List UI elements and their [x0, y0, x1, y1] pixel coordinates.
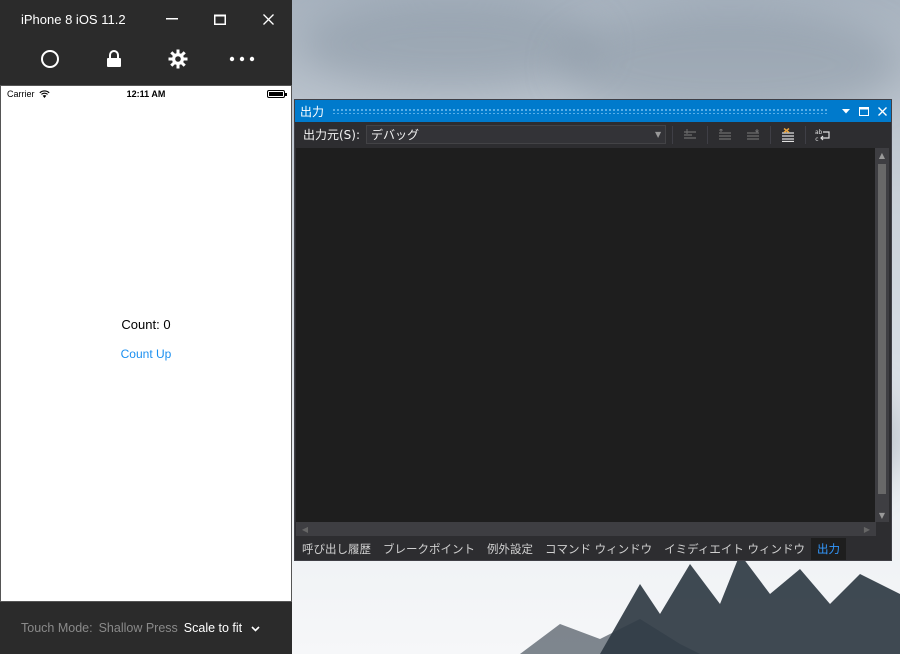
output-source-select[interactable]: デバッグ ▼	[366, 125, 667, 144]
close-tool-window-button[interactable]	[873, 106, 891, 116]
toolbar-separator	[672, 125, 674, 144]
scale-to-fit-dropdown[interactable]: Scale to fit	[184, 621, 260, 635]
caret-down-icon	[842, 108, 850, 113]
battery-icon	[267, 90, 287, 98]
home-button[interactable]	[30, 41, 70, 77]
svg-text:ab: ab	[815, 129, 823, 136]
scroll-down-arrow-icon[interactable]: ▼	[875, 508, 889, 522]
minimize-icon	[166, 18, 178, 20]
close-icon	[262, 13, 274, 25]
find-in-output-icon	[684, 128, 697, 139]
previous-message-button[interactable]	[714, 125, 736, 145]
simulator-toolbar	[0, 38, 292, 84]
more-dots-icon	[229, 56, 255, 62]
home-circle-icon	[41, 50, 59, 68]
maximize-icon	[214, 14, 226, 25]
vertical-scrollbar[interactable]: ▲ ▼	[875, 148, 889, 522]
scroll-right-arrow-icon[interactable]: ▶	[860, 522, 874, 536]
phone-screen: Carrier 12:11 AM Count: 0 Count Up	[0, 85, 292, 602]
more-button[interactable]	[222, 41, 262, 77]
output-window-titlebar[interactable]: 出力	[295, 100, 891, 122]
minimize-button[interactable]	[148, 0, 196, 38]
clear-all-button[interactable]	[777, 125, 799, 145]
simulator-footer: Touch Mode: Shallow Press Scale to fit	[0, 602, 292, 654]
close-button[interactable]	[244, 0, 292, 38]
output-tool-window: 出力 出力元(S): デバッグ ▼ ab c ▲ ▼ ◀ ▶ 呼び出し履歴 ブレ…	[294, 99, 892, 561]
settings-button[interactable]	[158, 41, 198, 77]
output-text-area[interactable]	[296, 148, 876, 522]
shallow-press-option[interactable]: Shallow Press	[99, 621, 178, 635]
toggle-word-wrap-button[interactable]: ab c	[812, 125, 834, 145]
simulator-title: iPhone 8 iOS 11.2	[21, 11, 126, 27]
count-up-button[interactable]: Count Up	[1, 347, 291, 361]
lock-icon	[107, 50, 121, 67]
count-label: Count:	[121, 317, 160, 332]
output-source-label: 出力元(S):	[303, 128, 361, 142]
maximize-button[interactable]	[196, 0, 244, 38]
wifi-icon	[38, 90, 50, 98]
ios-status-bar: Carrier 12:11 AM	[1, 86, 291, 102]
close-icon	[877, 106, 887, 116]
gear-icon	[168, 49, 188, 69]
next-message-button[interactable]	[742, 125, 764, 145]
lock-button[interactable]	[94, 41, 134, 77]
find-message-button[interactable]	[679, 125, 701, 145]
output-source-value: デバッグ	[371, 128, 420, 142]
go-to-previous-icon	[719, 128, 732, 140]
window-position-dropdown[interactable]	[837, 108, 855, 114]
svg-text:c: c	[815, 136, 819, 142]
drag-grip[interactable]	[332, 108, 829, 114]
count-display: Count: 0	[1, 317, 291, 332]
status-time: 12:11 AM	[126, 89, 166, 99]
scroll-up-arrow-icon[interactable]: ▲	[875, 148, 889, 162]
scroll-left-arrow-icon[interactable]: ◀	[298, 522, 312, 536]
simulator-titlebar: iPhone 8 iOS 11.2	[0, 0, 292, 38]
maximize-icon	[859, 106, 869, 116]
tab-call-stack[interactable]: 呼び出し履歴	[296, 538, 377, 560]
tab-output[interactable]: 出力	[811, 538, 847, 560]
scale-option-label: Scale to fit	[183, 621, 243, 635]
ios-simulator-window: iPhone 8 iOS 11.2 Carrier 12:11 AM Count…	[0, 0, 292, 654]
output-window-title: 出力	[300, 104, 325, 119]
tab-exception-settings[interactable]: 例外設定	[481, 538, 539, 560]
go-to-next-icon	[747, 128, 760, 140]
carrier-label: Carrier	[7, 89, 35, 99]
word-wrap-icon: ab c	[815, 129, 830, 142]
touch-mode-label: Touch Mode:	[21, 621, 93, 635]
horizontal-scrollbar[interactable]: ◀ ▶	[296, 522, 876, 536]
maximize-tool-window-button[interactable]	[855, 106, 873, 116]
output-toolbar: 出力元(S): デバッグ ▼ ab c	[295, 122, 891, 147]
chevron-down-icon	[251, 626, 260, 632]
tab-immediate-window[interactable]: イミディエイト ウィンドウ	[658, 538, 811, 560]
count-value: 0	[163, 317, 171, 332]
tab-breakpoints[interactable]: ブレークポイント	[377, 538, 481, 560]
clear-all-icon	[782, 127, 795, 142]
toolbar-separator	[770, 125, 772, 144]
dropdown-arrow-icon: ▼	[654, 130, 662, 139]
vertical-scroll-thumb[interactable]	[878, 164, 886, 494]
tab-command-window[interactable]: コマンド ウィンドウ	[539, 538, 658, 560]
toolbar-separator	[805, 125, 807, 144]
bottom-tab-strip: 呼び出し履歴 ブレークポイント 例外設定 コマンド ウィンドウ イミディエイト …	[296, 538, 847, 560]
toolbar-separator	[707, 125, 709, 144]
